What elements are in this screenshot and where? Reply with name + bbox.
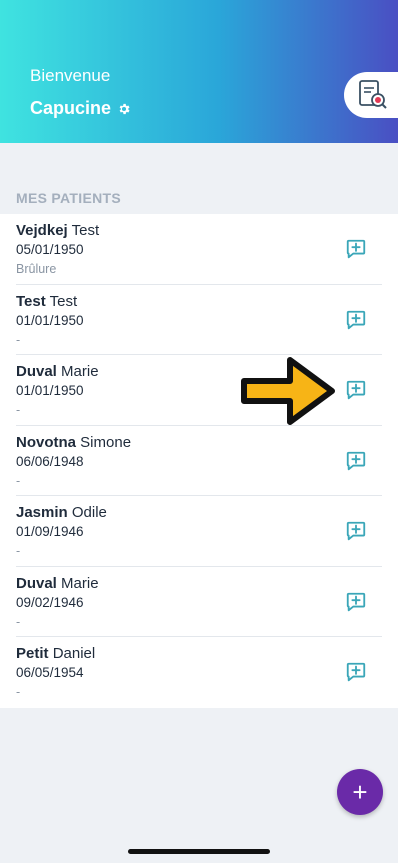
comment-add-icon[interactable]	[345, 520, 367, 542]
patient-first-name: Daniel	[52, 645, 96, 662]
patient-note: -	[16, 544, 21, 558]
patient-first-name: Odile	[71, 504, 107, 521]
patient-last-name: Vejdkej	[16, 222, 68, 239]
patient-first-name: Marie	[61, 574, 99, 592]
patient-first-name: Simone	[80, 433, 132, 451]
patient-first-name: Test	[71, 222, 100, 239]
patient-name: Test Test	[16, 293, 77, 310]
patient-first-name: Marie	[61, 363, 99, 380]
home-indicator	[128, 849, 270, 854]
username-label: Capucine	[30, 98, 112, 118]
patient-last-name: Test	[16, 292, 46, 310]
document-search-icon	[359, 80, 387, 109]
patient-last-name: Duval	[16, 363, 57, 380]
patient-note: -	[16, 403, 21, 417]
patient-row[interactable]: Duval Marie 01/01/1950 -	[0, 355, 398, 426]
username[interactable]: Capucine	[30, 98, 131, 119]
patient-note: -	[16, 332, 21, 347]
welcome-text: Bienvenue	[30, 66, 111, 85]
document-button[interactable]	[344, 72, 398, 118]
patient-name: Vejdkej Test	[16, 222, 99, 239]
patient-name: Novotna Simone	[16, 434, 131, 451]
add-patient-button[interactable]: +	[337, 769, 383, 815]
patient-row[interactable]: Duval Marie 09/02/1946 -	[0, 567, 398, 637]
comment-add-icon[interactable]	[345, 379, 367, 401]
patient-last-name: Petit	[16, 645, 49, 662]
patient-first-name: Test	[49, 292, 78, 310]
comment-add-icon[interactable]	[345, 661, 367, 683]
header: Bienvenue Capucine	[0, 0, 398, 143]
patient-note: Brûlure	[16, 262, 57, 276]
patient-last-name: Jasmin	[16, 504, 68, 521]
patient-name: Duval Marie	[16, 575, 99, 592]
patient-row[interactable]: Jasmin Odile 01/09/1946 -	[0, 496, 398, 567]
patient-name: Duval Marie	[16, 363, 99, 380]
comment-add-icon[interactable]	[345, 309, 367, 331]
arrow-right-icon	[241, 357, 335, 425]
patient-list: Vejdkej Test 05/01/1950 Brûlure Test Tes…	[0, 214, 398, 708]
patient-dob: 06/05/1954	[16, 665, 84, 680]
comment-add-icon[interactable]	[345, 591, 367, 613]
patient-last-name: Novotna	[16, 433, 76, 451]
patient-note: -	[16, 614, 21, 629]
gear-icon[interactable]	[117, 102, 131, 116]
patient-row[interactable]: Test Test 01/01/1950 -	[0, 285, 398, 355]
comment-add-icon[interactable]	[345, 238, 367, 260]
patient-name: Petit Daniel	[16, 645, 95, 662]
patient-row[interactable]: Novotna Simone 06/06/1948 -	[0, 426, 398, 496]
patient-last-name: Duval	[16, 574, 57, 592]
patient-row[interactable]: Vejdkej Test 05/01/1950 Brûlure	[0, 214, 398, 285]
section-title: MES PATIENTS	[16, 190, 121, 206]
patient-dob: 09/02/1946	[16, 594, 84, 610]
patient-dob: 01/09/1946	[16, 524, 84, 539]
patient-note: -	[16, 473, 21, 488]
patient-dob: 01/01/1950	[16, 383, 84, 398]
patient-name: Jasmin Odile	[16, 504, 107, 521]
patient-dob: 06/06/1948	[16, 453, 84, 469]
patient-dob: 05/01/1950	[16, 242, 84, 257]
comment-add-icon[interactable]	[345, 450, 367, 472]
patient-dob: 01/01/1950	[16, 312, 84, 328]
patient-row[interactable]: Petit Daniel 06/05/1954 -	[0, 637, 398, 708]
patient-note: -	[16, 685, 21, 699]
